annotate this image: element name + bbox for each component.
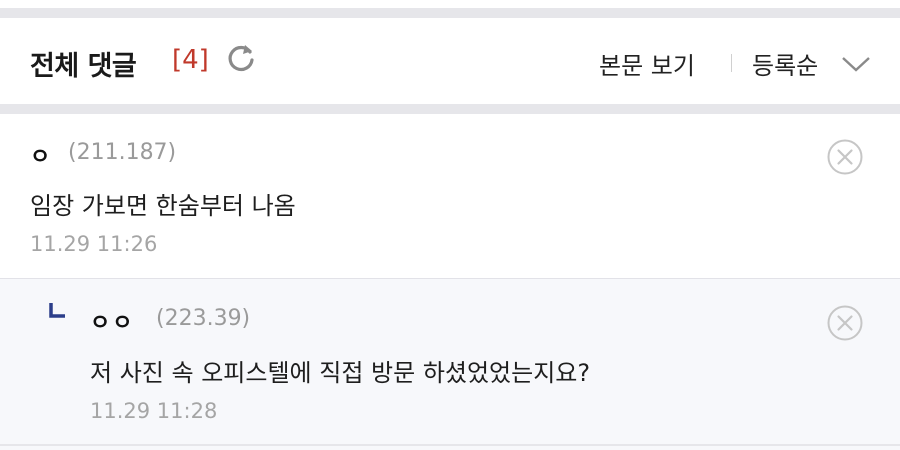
reply-nickname[interactable]: ㅇㅇ bbox=[90, 305, 134, 337]
reply-ip: (223.39) bbox=[156, 306, 251, 331]
comment-item: ㅇ (211.187) 임장 가보면 한숨부터 나옴 11.29 11:26 bbox=[0, 114, 900, 279]
comment-count: [4] bbox=[172, 45, 209, 75]
reply-timestamp: 11.29 11:28 bbox=[90, 399, 218, 423]
comment-text: 임장 가보면 한숨부터 나옴 bbox=[30, 192, 296, 220]
view-body-button[interactable]: 본문 보기 bbox=[599, 46, 695, 81]
bottom-divider bbox=[0, 444, 900, 446]
reply-text: 저 사진 속 오피스텔에 직접 방문 하셨었었는지요? bbox=[90, 359, 591, 387]
header-divider bbox=[0, 104, 900, 114]
refresh-icon[interactable] bbox=[224, 41, 258, 75]
sort-order-button[interactable]: 등록순 bbox=[752, 46, 818, 81]
delete-circle-icon[interactable] bbox=[826, 138, 864, 176]
reply-item: ㅇㅇ (223.39) 저 사진 속 오피스텔에 직접 방문 하셨었었는지요? … bbox=[0, 279, 900, 450]
chevron-down-icon[interactable] bbox=[840, 54, 872, 74]
reply-arrow-icon bbox=[48, 301, 68, 321]
header-separator bbox=[731, 54, 732, 72]
comment-timestamp: 11.29 11:26 bbox=[30, 232, 158, 256]
delete-circle-icon[interactable] bbox=[826, 304, 864, 342]
comment-header: 전체 댓글 [4] 본문 보기 등록순 bbox=[0, 18, 900, 104]
comment-section-title: 전체 댓글 bbox=[30, 51, 137, 82]
top-divider bbox=[0, 0, 900, 18]
comment-ip: (211.187) bbox=[68, 140, 177, 165]
comment-nickname[interactable]: ㅇ bbox=[30, 139, 52, 171]
